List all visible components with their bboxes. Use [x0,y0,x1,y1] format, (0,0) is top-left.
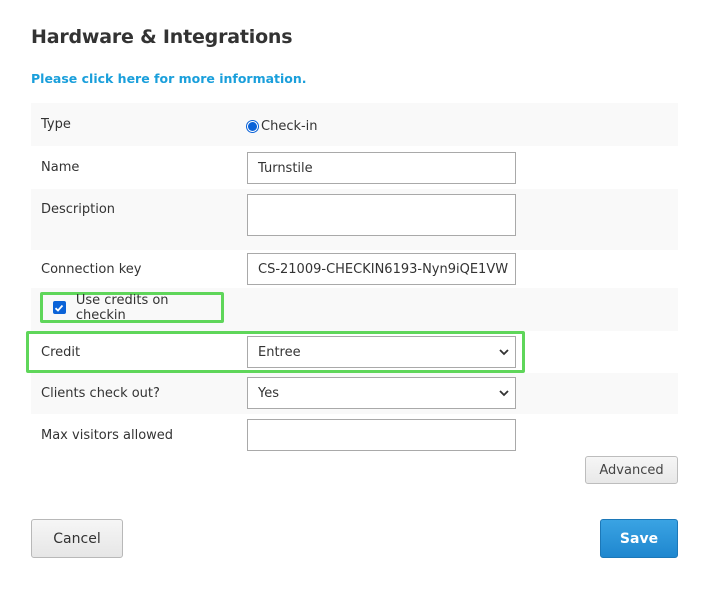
max-visitors-label: Max visitors allowed [41,428,174,443]
clients-check-out-value: Yes [258,385,279,401]
description-label: Description [41,202,116,217]
chevron-down-icon [499,347,509,357]
type-label: Type [41,117,71,132]
credit-select[interactable]: Entree [247,336,516,368]
credit-label: Credit [41,345,81,360]
name-row: Name Turnstile [31,146,678,189]
advanced-button[interactable]: Advanced [585,456,678,484]
use-credits-checkbox-highlight[interactable]: Use credits on checkin [40,292,224,323]
clients-check-out-select[interactable]: Yes [247,377,516,409]
page-title: Hardware & Integrations [31,26,293,48]
type-row: Type Check-in [31,103,678,146]
max-visitors-row: Max visitors allowed [31,414,678,457]
name-label: Name [41,160,80,175]
connection-key-row: Connection key CS-21009-CHECKIN6193-Nyn9… [31,250,678,288]
name-input[interactable]: Turnstile [247,152,516,184]
more-info-link[interactable]: Please click here for more information. [31,71,307,86]
credit-row: Credit Entree [26,331,678,373]
connection-key-input[interactable]: CS-21009-CHECKIN6193-Nyn9iQE1VW [247,253,516,285]
save-button[interactable]: Save [600,519,678,558]
use-credits-label: Use credits on checkin [75,292,169,323]
max-visitors-input[interactable] [247,419,516,451]
chevron-down-icon [499,388,509,398]
clients-check-out-label: Clients check out? [41,386,160,401]
integration-form: Type Check-in Name Turnstile Description… [26,103,678,457]
type-option-label: Check-in [261,119,318,134]
description-textarea[interactable] [247,194,516,236]
credit-select-value: Entree [258,344,301,360]
checkbox-checked-icon[interactable] [53,301,66,314]
clients-check-out-row: Clients check out? Yes [31,373,678,414]
radio-selected-icon[interactable] [246,120,259,133]
type-radio-checkin[interactable]: Check-in [246,119,318,134]
use-credits-row: Use credits on checkin [31,288,678,331]
cancel-button[interactable]: Cancel [31,519,123,558]
description-row: Description [31,189,678,250]
connection-key-label: Connection key [41,262,142,277]
